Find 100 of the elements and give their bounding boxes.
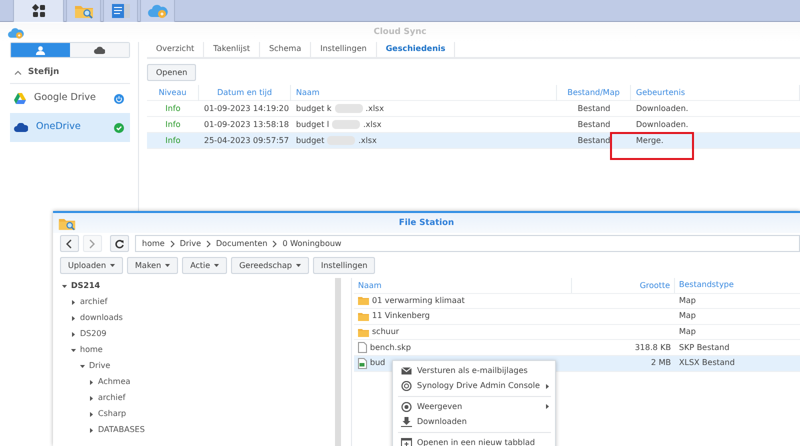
column-header[interactable]: Naam (354, 278, 572, 293)
table-cell: .xlsx (358, 136, 377, 144)
column-header[interactable]: Datum en tijd (199, 84, 291, 100)
tab[interactable]: Instellingen (311, 41, 377, 57)
table-cell: Bestand (578, 104, 610, 112)
panel-icon (112, 3, 130, 19)
tab[interactable]: Takenlijst (204, 41, 260, 57)
tree-item[interactable]: archief (80, 296, 108, 308)
chevron-icon (88, 238, 97, 248)
path-field[interactable]: home Drive Documenten 0 Woningbouw (135, 235, 800, 252)
table-cell: .xlsx (366, 104, 384, 112)
menu-item[interactable]: Downloaden (393, 414, 555, 430)
tab[interactable]: Overzicht (147, 41, 204, 57)
back-button[interactable] (60, 235, 79, 252)
toggle-button[interactable] (70, 43, 129, 57)
table-cell: .xlsx (363, 120, 382, 128)
path-segment[interactable]: Drive (180, 238, 202, 250)
refresh-icon (115, 238, 124, 248)
chevron-icon (206, 240, 212, 248)
folder-icon (358, 328, 369, 337)
menu-item[interactable]: Weergeven (393, 399, 555, 414)
column-header[interactable]: Niveau (147, 84, 199, 100)
table-cell: Info (165, 120, 181, 128)
cloud-icon (94, 46, 105, 54)
file-type: Map (679, 296, 696, 305)
tree-item[interactable]: DATABASES (98, 424, 145, 436)
file-size: 318.8 KB (634, 342, 671, 352)
table-cell: budget l (296, 120, 330, 128)
cloud-sync-icon (148, 3, 168, 19)
open-button[interactable]: Openen (147, 64, 196, 81)
table-cell: Bestand (578, 136, 610, 144)
user-name: Stefijn (28, 66, 60, 79)
tab[interactable]: Geschiedenis (376, 41, 456, 57)
table-cell: Merge. (636, 136, 664, 144)
refresh-button[interactable] (110, 235, 129, 252)
scrollbar[interactable] (335, 278, 341, 446)
path-segment[interactable]: home (142, 238, 165, 250)
tree-item[interactable]: home (80, 344, 103, 356)
path-segment[interactable]: Documenten (216, 238, 268, 250)
path-segment[interactable]: 0 Woningbouw (282, 238, 342, 250)
toolbar-button[interactable]: Uploaden (60, 257, 124, 274)
eye-icon (401, 402, 412, 412)
folder-icon (358, 296, 369, 306)
connection-item[interactable]: Google Drive (10, 84, 130, 113)
download-icon (401, 417, 412, 428)
chevron-icon (170, 240, 175, 248)
toggle-button[interactable] (11, 43, 70, 57)
table-row[interactable]: Info 01-09-2023 14:19:20 budget k .xlsx Bestand Downloaden. (147, 101, 800, 117)
redaction-block (334, 104, 363, 113)
tree-item[interactable]: DS214 (71, 280, 100, 292)
file-name: 01 verwarming klimaat (372, 294, 465, 307)
column-header[interactable]: Bestandstype (675, 279, 800, 292)
file-name: bud (370, 357, 386, 370)
column-header[interactable]: Bestand/Map (557, 84, 631, 100)
table-cell: Downloaden. (636, 104, 688, 112)
file-row[interactable]: 11 Vinkenberg Map (354, 309, 800, 325)
tab[interactable]: Schema (260, 41, 312, 57)
toolbar-button[interactable]: Instellingen (312, 257, 376, 274)
tree-item[interactable]: DS209 (80, 328, 107, 340)
folder-icon (358, 312, 369, 321)
menu-item[interactable]: Synology Drive Admin Console (393, 378, 555, 394)
ring-icon (401, 381, 412, 392)
envelope-icon (401, 366, 412, 376)
redaction-block (327, 136, 356, 145)
document-icon (358, 342, 367, 354)
toolbar-button[interactable]: Gereedschap (231, 257, 309, 274)
toolbar-button[interactable]: Actie (182, 257, 228, 274)
table-cell: budget k (296, 104, 332, 112)
table-cell: Bestand (578, 120, 610, 128)
file-name: 11 Vinkenberg (372, 310, 430, 322)
table-cell: 01-09-2023 14:19:20 (204, 104, 289, 112)
folder-search-icon (74, 3, 94, 19)
redaction-block (332, 120, 360, 129)
window-title: Cloud Sync (374, 26, 426, 39)
table-cell: 25-04-2023 09:57:57 (204, 136, 289, 144)
column-header[interactable]: Gebeurtenis (631, 84, 800, 100)
table-row[interactable]: Info 25-04-2023 09:57:57 budget .xlsx Bestand Merge. (147, 133, 800, 149)
table-cell: Info (165, 104, 181, 112)
tree-item[interactable]: archief (98, 392, 126, 404)
column-header[interactable]: Naam (291, 84, 557, 100)
chevron-icon (65, 238, 74, 248)
cloud-sync-icon (8, 26, 24, 40)
file-type: SKP Bestand (679, 342, 730, 352)
tree-item[interactable]: Drive (89, 360, 110, 372)
tree-item[interactable]: downloads (80, 312, 123, 324)
tree-item[interactable]: Achmea (98, 376, 130, 388)
column-header[interactable]: Grootte (572, 278, 675, 293)
file-row[interactable]: 01 verwarming klimaat Map (354, 294, 800, 310)
tree-item[interactable]: Csharp (98, 408, 126, 420)
window-title: File Station (398, 216, 454, 230)
file-size: 2 MB (650, 358, 671, 368)
toolbar-button[interactable]: Maken (127, 257, 178, 274)
taskbar-button[interactable] (13, 0, 64, 22)
table-cell: 01-09-2023 13:58:18 (204, 120, 289, 128)
table-cell: budget (296, 136, 324, 144)
connection-item[interactable]: OneDrive (10, 113, 130, 142)
file-row[interactable]: schuur Map (354, 324, 800, 340)
file-name: schuur (372, 326, 400, 338)
cloud-icon (14, 123, 28, 132)
file-type: Map (679, 311, 696, 320)
